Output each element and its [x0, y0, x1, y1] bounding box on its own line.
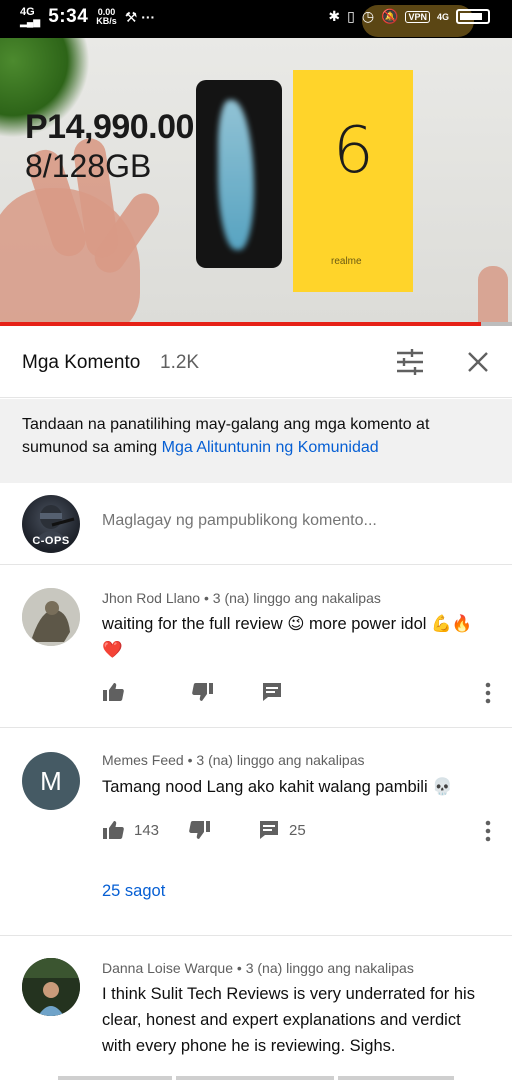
bluetooth-icon: ✱ — [328, 8, 341, 24]
more-options-icon[interactable] — [482, 820, 494, 842]
view-replies-link[interactable]: 25 sagot — [102, 882, 165, 901]
tools-icon: ⚒ ··· — [124, 8, 156, 25]
battery-icon — [456, 9, 490, 24]
reply-count: 25 — [289, 821, 306, 839]
dislike-button[interactable] — [189, 820, 211, 840]
mute-icon: 🔕 — [381, 8, 399, 24]
comments-count: 1.2K — [160, 352, 200, 373]
network-speed: 0.00 KB/s — [96, 7, 117, 26]
alarm-icon: ◷ — [361, 8, 375, 24]
thumbs-down-icon — [192, 683, 213, 701]
reply-button[interactable] — [262, 682, 282, 702]
comment-item: Danna Loise Warque • 3 (na) linggo ang n… — [0, 936, 512, 1076]
vibrate-icon: ▯ — [347, 8, 355, 24]
comment-text: I think Sulit Tech Reviews is very under… — [102, 985, 475, 1055]
more-options-icon[interactable] — [482, 682, 494, 704]
video-player[interactable]: P14,990.00 8/128GB 6 realme — [0, 38, 512, 326]
signal-indicator: 4G ▂▄▆ — [20, 6, 41, 28]
net-type: 4G — [436, 11, 449, 22]
dislike-button[interactable] — [192, 682, 214, 702]
close-icon[interactable] — [460, 344, 496, 380]
community-notice: Tandaan na panatilihing may-galang ang m… — [0, 399, 512, 483]
community-guidelines-link[interactable]: Mga Alituntunin ng Komunidad — [162, 439, 379, 456]
finger-image — [478, 266, 508, 326]
reply-icon — [260, 821, 279, 839]
scroll-indicator — [338, 1076, 454, 1080]
status-bar: 4G ▂▄▆ 5:34 0.00 KB/s ⚒ ··· ✱ ▯ ◷ 🔕 VPN … — [0, 0, 512, 38]
comment-author[interactable]: Jhon Rod Llano — [102, 590, 200, 606]
avatar[interactable]: M — [22, 752, 80, 810]
like-count: 143 — [134, 821, 160, 839]
video-price-text: P14,990.00 — [25, 108, 194, 146]
avatar[interactable] — [22, 958, 80, 1016]
thumbs-down-icon — [189, 821, 211, 839]
thumbs-up-icon — [103, 821, 124, 839]
comment-time: 3 (na) linggo ang nakalipas — [212, 590, 381, 606]
video-storage-text: 8/128GB — [25, 148, 152, 184]
comment-text: Tamang nood Lang ako kahit walang pambil… — [102, 778, 453, 796]
phone-image — [196, 80, 282, 268]
reply-button[interactable]: 25 — [259, 820, 306, 840]
reply-icon — [263, 683, 281, 701]
comment-time: 3 (na) linggo ang nakalipas — [245, 960, 414, 976]
comment-author[interactable]: Danna Loise Warque — [102, 960, 233, 976]
scroll-indicator — [176, 1076, 334, 1080]
comments-header: Mga Komento 1.2K — [0, 326, 512, 398]
comment-time: 3 (na) linggo ang nakalipas — [196, 752, 365, 768]
scroll-indicator — [58, 1076, 172, 1080]
comment-item: M Memes Feed • 3 (na) linggo ang nakalip… — [0, 728, 512, 934]
vpn-badge: VPN — [405, 10, 430, 23]
like-button[interactable]: 143 — [102, 820, 159, 840]
add-comment-input[interactable] — [102, 512, 482, 530]
sort-filter-icon[interactable] — [392, 344, 428, 380]
like-button[interactable] — [102, 682, 124, 702]
add-comment-row[interactable]: C-OPS — [0, 483, 512, 565]
comments-title: Mga Komento — [22, 352, 141, 373]
comment-text: waiting for the full review 😉 more power… — [102, 615, 473, 659]
phone-box-image: 6 realme — [293, 70, 413, 292]
comment-item: Jhon Rod Llano • 3 (na) linggo ang nakal… — [0, 566, 512, 726]
thumbs-up-icon — [103, 683, 124, 701]
network-label: 4G — [20, 6, 35, 18]
avatar: C-OPS — [22, 495, 80, 553]
clock: 5:34 — [48, 6, 89, 27]
comment-author[interactable]: Memes Feed — [102, 752, 184, 768]
avatar[interactable] — [22, 588, 80, 646]
